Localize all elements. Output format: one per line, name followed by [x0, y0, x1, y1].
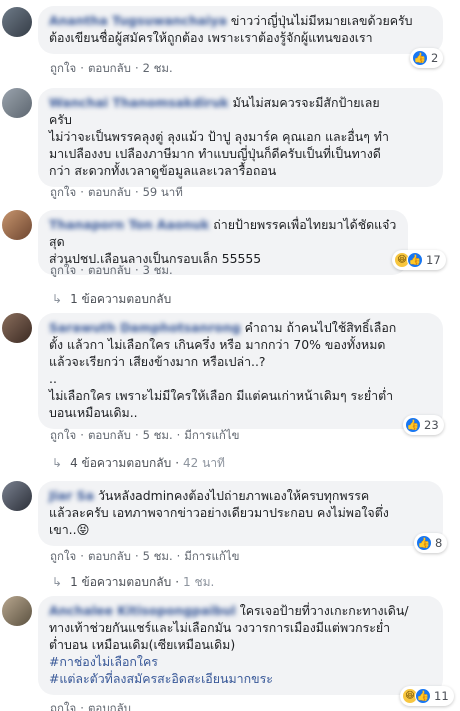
view-replies-link[interactable]: ↳ 1 ข้อความตอบกลับ · 1 ชม. — [52, 573, 214, 592]
separator: · — [134, 428, 139, 442]
like-icon: 👍 — [416, 535, 432, 551]
comment-bubble: Wanchai Thanomsakdiruk มันไม่สมควรจะมีสัก… — [38, 88, 443, 187]
like-link[interactable]: ถูกใจ — [50, 700, 76, 711]
reaction-count: 2 — [431, 51, 439, 65]
comment-time[interactable]: 3 ชม. — [143, 262, 173, 280]
comment-author[interactable]: Jiar Sa — [49, 488, 94, 503]
reply-arrow-icon: ↳ — [52, 456, 63, 470]
comment: Anchalee Kitisopongpaibul ใครเจอป้ายที่วา… — [0, 594, 460, 711]
comment-time[interactable]: 59 นาที — [143, 184, 183, 202]
reply-link[interactable]: ตอบกลับ — [88, 427, 131, 445]
comment-actions: ถูกใจ · ตอบกลับ · 2 ชม. — [50, 60, 173, 78]
separator: · — [80, 549, 84, 563]
like-icon: 👍 — [415, 688, 431, 704]
like-icon: 👍 — [405, 417, 421, 433]
like-link[interactable]: ถูกใจ — [50, 262, 76, 280]
comment-time[interactable]: 2 ชม. — [143, 60, 173, 78]
comment-actions: ถูกใจ · ตอบกลับ — [50, 700, 131, 711]
like-link[interactable]: ถูกใจ — [50, 548, 76, 566]
comment-bubble: Jiar Sa วันหลังadminคงต้องไปถ่ายภาพเองให้… — [38, 481, 443, 546]
replies-time: 42 นาที — [183, 456, 225, 470]
comment-text: วันหลังadminคงต้องไปถ่ายภาพเองให้ครบทุกพ… — [49, 488, 389, 537]
reaction-count: 23 — [424, 418, 439, 432]
separator: · — [175, 575, 180, 589]
replies-time: 1 ชม. — [183, 575, 215, 589]
comment-actions: ถูกใจ · ตอบกลับ · 59 นาที — [50, 184, 183, 202]
comment-bubble: Anantha Tugsuwanchaiya ข่าวว่าญี่ปุ่นไม่ม… — [38, 6, 443, 54]
comment: Thanaporn Ton Aaonuk ถ่ายป้ายพรรคเพื่อไทย… — [0, 206, 460, 306]
reaction-count: 17 — [426, 253, 441, 267]
avatar[interactable] — [2, 88, 32, 118]
edited-label[interactable]: มีการแก้ไข — [184, 427, 239, 445]
edited-label[interactable]: มีการแก้ไข — [184, 548, 239, 566]
comment-author[interactable]: Anchalee Kitisopongpaibul — [49, 603, 236, 618]
replies-count: 1 ข้อความตอบกลับ — [70, 575, 172, 589]
separator: · — [134, 263, 139, 277]
reaction-summary[interactable]: 👍 8 — [414, 533, 448, 553]
like-link[interactable]: ถูกใจ — [50, 427, 76, 445]
comment-author[interactable]: Wanchai Thanomsakdiruk — [49, 95, 229, 110]
separator: · — [175, 456, 180, 470]
avatar[interactable] — [2, 313, 32, 343]
like-icon: 👍 — [412, 50, 428, 66]
reaction-summary[interactable]: 👍 2 — [410, 48, 444, 68]
like-icon: 👍 — [407, 252, 423, 268]
separator: · — [80, 263, 84, 277]
comment-bubble: Sarawuth Damphotsanrong คำถาม ถ้าคนไปใช้ส… — [38, 313, 443, 429]
separator: · — [176, 428, 181, 442]
comment-actions: ถูกใจ · ตอบกลับ · 5 ชม. · มีการแก้ไข — [50, 548, 239, 566]
avatar[interactable] — [2, 481, 32, 511]
comment: Jiar Sa วันหลังadminคงต้องไปถ่ายภาพเองให้… — [0, 476, 460, 589]
hashtag-link[interactable]: #กาช่องไม่เลือกใคร — [49, 653, 432, 670]
separator: · — [80, 701, 84, 711]
like-link[interactable]: ถูกใจ — [50, 184, 76, 202]
replies-count: 4 ข้อความตอบกลับ — [70, 456, 172, 470]
reply-link[interactable]: ตอบกลับ — [88, 184, 131, 202]
separator: · — [176, 549, 181, 563]
reply-arrow-icon: ↳ — [52, 292, 63, 306]
comment-time[interactable]: 5 ชม. — [143, 427, 173, 445]
comment-time[interactable]: 5 ชม. — [143, 548, 173, 566]
reply-arrow-icon: ↳ — [52, 575, 63, 589]
reaction-summary[interactable]: 😆 👍 17 — [392, 250, 446, 270]
reaction-count: 11 — [434, 689, 449, 703]
separator: · — [134, 549, 139, 563]
reaction-summary[interactable]: 😆 👍 11 — [400, 686, 454, 706]
comment-author[interactable]: Sarawuth Damphotsanrong — [49, 320, 241, 335]
reaction-summary[interactable]: 👍 23 — [403, 415, 444, 435]
separator: · — [80, 428, 84, 442]
comment-actions: ถูกใจ · ตอบกลับ · 3 ชม. — [50, 262, 173, 280]
reaction-count: 8 — [435, 536, 443, 550]
hashtag-link[interactable]: #แต่ละตัวที่ลงสมัครสะอิดสะเอียนมากขระ — [49, 670, 432, 687]
like-link[interactable]: ถูกใจ — [50, 60, 76, 78]
separator: · — [134, 61, 139, 75]
separator: · — [80, 61, 84, 75]
view-replies-link[interactable]: ↳ 1 ข้อความตอบกลับ — [52, 290, 171, 309]
avatar[interactable] — [2, 210, 32, 240]
comment: Wanchai Thanomsakdiruk มันไม่สมควรจะมีสัก… — [0, 84, 460, 202]
reply-link[interactable]: ตอบกลับ — [88, 262, 131, 280]
reply-link[interactable]: ตอบกลับ — [88, 60, 131, 78]
comment-bubble: Anchalee Kitisopongpaibul ใครเจอป้ายที่วา… — [38, 596, 443, 695]
replies-count: 1 ข้อความตอบกลับ — [70, 292, 172, 306]
view-replies-link[interactable]: ↳ 4 ข้อความตอบกลับ · 42 นาที — [52, 454, 225, 473]
comment-text: คำถาม ถ้าคนไปใช้สิทธิ์เลือก ตั้ง แล้วกา … — [49, 320, 397, 420]
separator: · — [134, 185, 139, 199]
reply-link[interactable]: ตอบกลับ — [88, 548, 131, 566]
comment-author[interactable]: Thanaporn Ton Aaonuk — [49, 217, 209, 232]
reply-link[interactable]: ตอบกลับ — [88, 700, 131, 711]
comment-actions: ถูกใจ · ตอบกลับ · 5 ชม. · มีการแก้ไข — [50, 427, 239, 445]
separator: · — [80, 185, 84, 199]
comment-author[interactable]: Anantha Tugsuwanchaiya — [49, 13, 227, 28]
avatar[interactable] — [2, 7, 32, 37]
comment: Anantha Tugsuwanchaiya ข่าวว่าญี่ปุ่นไม่ม… — [0, 0, 460, 80]
avatar[interactable] — [2, 596, 32, 626]
comment: Sarawuth Damphotsanrong คำถาม ถ้าคนไปใช้ส… — [0, 310, 460, 470]
